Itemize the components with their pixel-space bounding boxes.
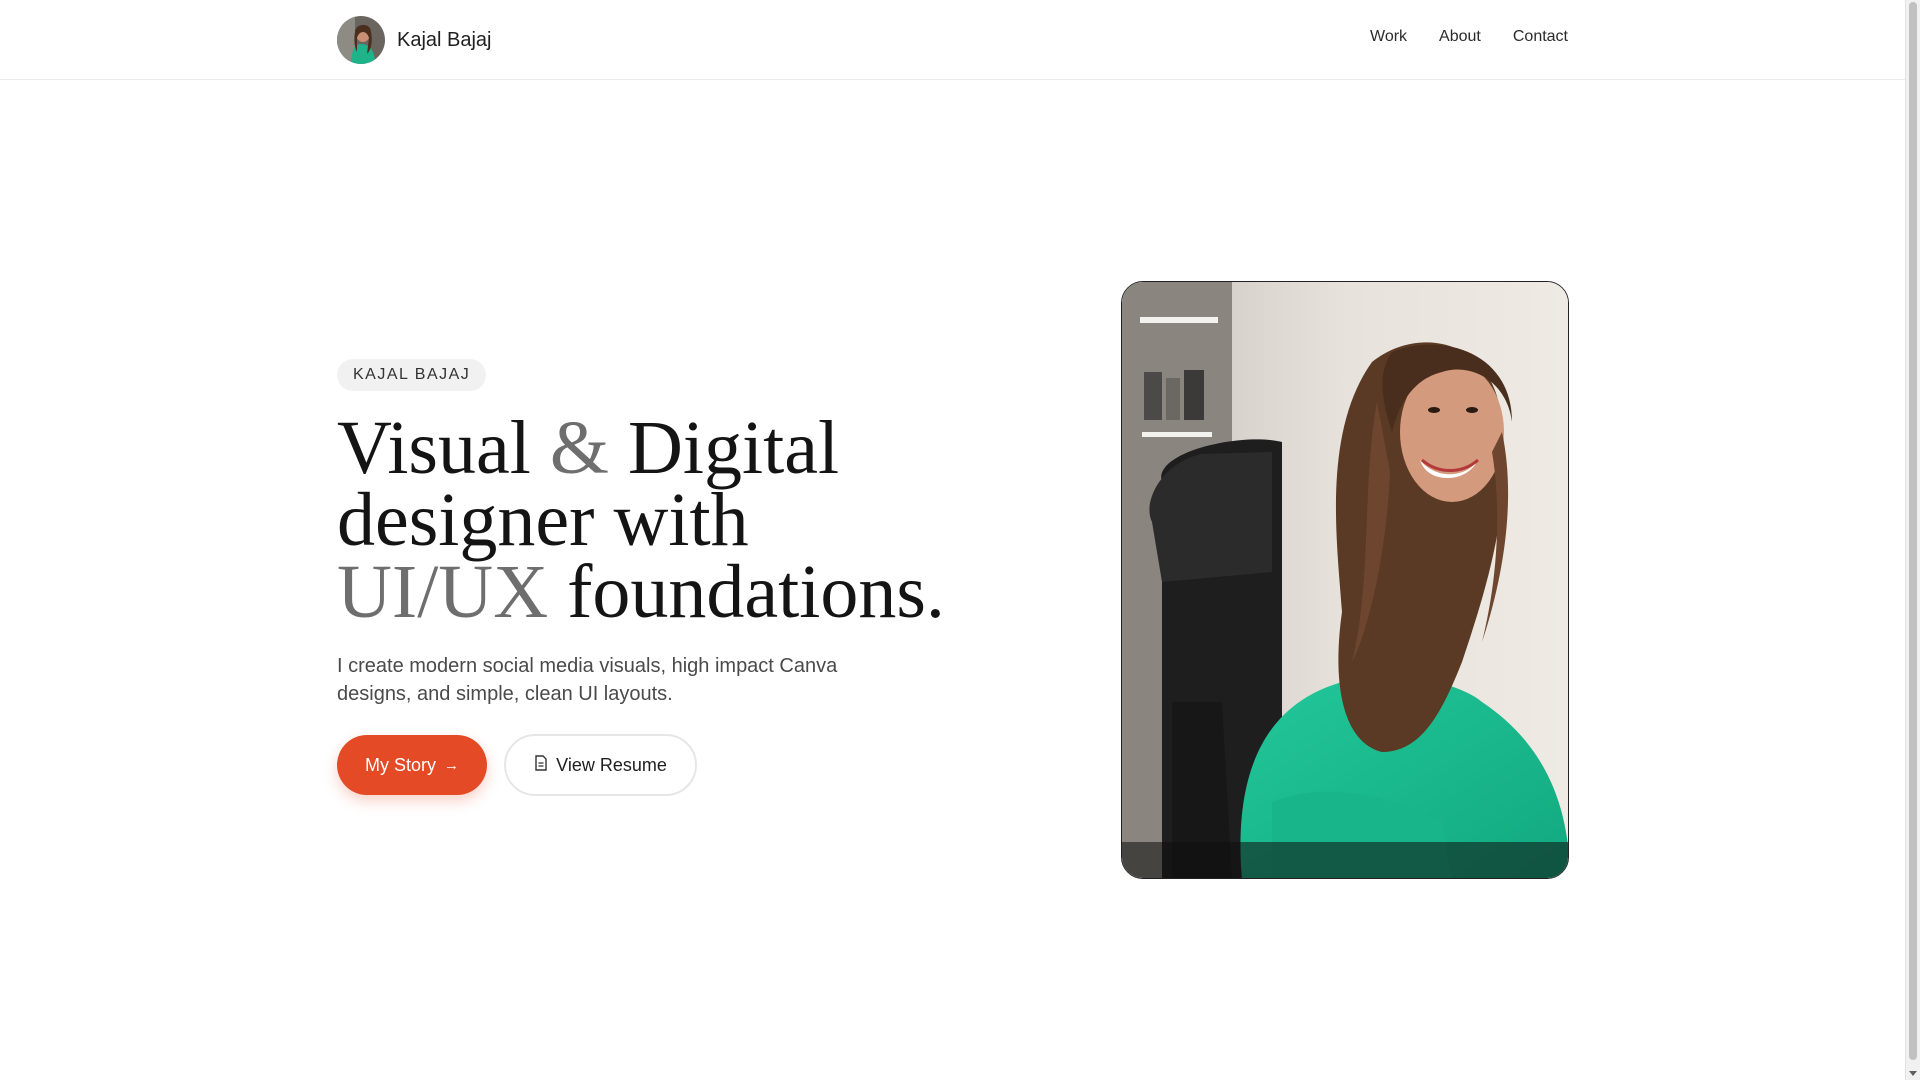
arrow-right-icon: →: [444, 756, 459, 774]
document-icon: [534, 755, 548, 775]
scroll-down-arrow-icon[interactable]: [1909, 1071, 1917, 1076]
my-story-label: My Story: [364, 754, 436, 775]
hero-headline: Visual & Digital designer with UI/UX fou…: [337, 410, 957, 630]
profile-photo: [1121, 281, 1569, 879]
avatar: [337, 16, 385, 64]
site-header: Kajal Bajaj Work About Contact: [0, 0, 1905, 80]
headline-uiux: UI/UX: [337, 550, 549, 634]
scrollbar-thumb[interactable]: [1909, 2, 1917, 1060]
page-scrollbar[interactable]: [1905, 0, 1920, 1080]
brand-name: Kajal Bajaj: [397, 28, 492, 51]
main-nav: Work About Contact: [1370, 28, 1568, 46]
hero-subtitle: I create modern social media visuals, hi…: [337, 655, 838, 705]
view-resume-button[interactable]: View Resume: [504, 734, 697, 796]
nav-work[interactable]: Work: [1370, 28, 1407, 46]
my-story-button[interactable]: My Story →: [337, 735, 487, 795]
brand-link[interactable]: Kajal Bajaj: [337, 16, 492, 64]
name-badge: KAJAL BAJAJ: [337, 359, 487, 391]
headline-foundations: foundations.: [548, 550, 945, 634]
nav-contact[interactable]: Contact: [1513, 28, 1568, 46]
view-resume-label: View Resume: [556, 754, 667, 775]
nav-about[interactable]: About: [1439, 28, 1481, 46]
